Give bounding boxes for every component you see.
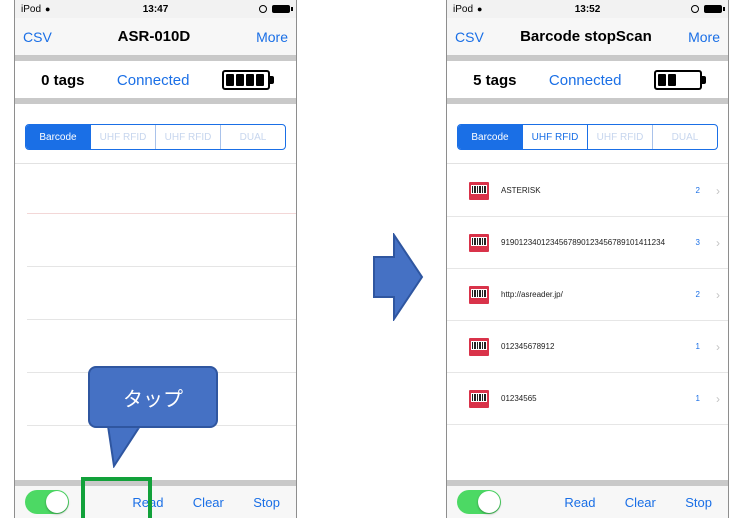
tag-list-item[interactable]: 9190123401234567890123456789101411234 3 › — [447, 217, 728, 269]
page-title: Barcode stopScan — [520, 28, 652, 45]
battery-cell — [255, 74, 264, 86]
mode-segmented-control: Barcode UHF RFID UHF RFID DUAL — [25, 124, 286, 150]
divider — [447, 56, 728, 61]
read-count: 1 — [695, 394, 700, 403]
phone-screen-before: iPod ● 13:47 CSV ASR-010D More 0 tags Co… — [14, 0, 297, 518]
tag-value: http://asreader.jp/ — [501, 290, 563, 299]
read-count: 1 — [695, 342, 700, 351]
callout-tail — [106, 426, 142, 468]
chevron-right-icon: › — [716, 391, 720, 406]
battery-cell — [667, 74, 676, 86]
rotation-lock-icon — [258, 5, 267, 13]
bottom-toolbar: Read Clear Stop — [15, 480, 296, 518]
battery-cell — [688, 74, 696, 86]
tab-barcode[interactable]: Barcode — [458, 125, 523, 149]
tag-list-item[interactable]: 01234565 1 › — [447, 373, 728, 425]
wifi-icon: ● — [477, 4, 483, 14]
device-battery-icon — [271, 5, 293, 13]
clear-button[interactable]: Clear — [193, 495, 224, 510]
tag-list: ASTERISK 2 › 919012340123456789012345678910… — [447, 165, 728, 480]
tag-value: 012345678912 — [501, 342, 555, 351]
tag-list-item[interactable]: 012345678912 1 › — [447, 321, 728, 373]
battery-cell — [678, 74, 686, 86]
chevron-right-icon: › — [716, 235, 720, 250]
tag-value: ASTERISK — [501, 186, 541, 195]
tab-dual: DUAL — [239, 131, 267, 143]
divider — [15, 56, 296, 61]
tab-uhf-rfid: UHF RFID — [91, 125, 156, 149]
connection-status: Connected — [116, 71, 190, 89]
tag-list-item[interactable]: http://asreader.jp/2 › — [447, 269, 728, 321]
chevron-right-icon: › — [716, 183, 720, 198]
barcode-icon — [469, 233, 489, 252]
rotation-lock-icon — [690, 5, 699, 13]
device-battery-icon — [703, 5, 725, 13]
battery-cell — [245, 74, 254, 86]
bottom-toolbar: Read Clear Stop — [447, 480, 728, 518]
phone-screen-after: iPod ● 13:52 CSV Barcode stopScan More 5… — [446, 0, 729, 518]
battery-cell — [235, 74, 244, 86]
list-separator — [27, 266, 296, 267]
chevron-right-icon: › — [716, 287, 720, 302]
list-separator — [27, 213, 296, 214]
reader-battery-icon — [221, 70, 274, 90]
reader-info-bar: 5 tags Connected — [447, 62, 728, 104]
stop-button[interactable]: Stop — [253, 495, 280, 510]
tab-uhf-rfid: UHF RFID — [156, 125, 221, 149]
stop-button[interactable]: Stop — [685, 495, 712, 510]
carrier-label: iPod — [21, 3, 42, 15]
battery-cell — [657, 74, 666, 86]
battery-cell — [225, 74, 234, 86]
wifi-icon: ● — [45, 4, 51, 14]
tab-barcode[interactable]: Barcode — [26, 125, 91, 149]
read-button[interactable]: Read — [564, 495, 595, 510]
tab-uhf-rfid: UHF RFID — [588, 125, 653, 149]
csv-button[interactable]: CSV — [23, 29, 52, 45]
tap-callout: タップ — [88, 366, 218, 428]
tag-count: 5 tags — [473, 71, 517, 89]
tab-dual: DUAL — [671, 131, 699, 143]
status-bar: iPod ● 13:52 — [447, 0, 728, 18]
tag-count: 0 tags — [41, 71, 85, 89]
right-arrow-icon — [373, 233, 424, 321]
barcode-icon — [469, 337, 489, 356]
csv-button[interactable]: CSV — [455, 29, 484, 45]
tag-list-item[interactable]: ASTERISK 2 › — [447, 165, 728, 217]
navigation-bar: CSV ASR-010D More — [15, 18, 296, 61]
mode-segmented-control: Barcode UHF RFID UHF RFID DUAL — [457, 124, 718, 150]
barcode-icon — [469, 181, 489, 200]
mode-selector: Barcode UHF RFID UHF RFID DUAL — [447, 112, 728, 164]
reader-battery-icon — [653, 70, 706, 90]
clear-button[interactable]: Clear — [625, 495, 656, 510]
tab-uhf-rfid[interactable]: UHF RFID — [523, 125, 588, 149]
carrier-label: iPod — [453, 3, 474, 15]
status-bar: iPod ● 13:47 — [15, 0, 296, 18]
barcode-icon — [469, 389, 489, 408]
read-button-highlight — [81, 477, 152, 518]
page-title: ASR-010D — [117, 28, 191, 45]
scan-toggle-switch[interactable] — [25, 490, 69, 514]
barcode-icon — [469, 285, 489, 304]
tag-value: 01234565 — [501, 394, 537, 403]
mode-selector: Barcode UHF RFID UHF RFID DUAL — [15, 112, 296, 164]
list-separator — [27, 319, 296, 320]
status-time: 13:52 — [574, 3, 601, 15]
navigation-bar: CSV Barcode stopScan More — [447, 18, 728, 61]
tag-list-empty — [15, 165, 296, 480]
connection-status: Connected — [548, 71, 622, 89]
status-time: 13:47 — [142, 3, 169, 15]
more-button[interactable]: More — [688, 29, 720, 45]
reader-info-bar: 0 tags Connected — [15, 62, 296, 104]
more-button[interactable]: More — [256, 29, 288, 45]
scan-toggle-switch[interactable] — [457, 490, 501, 514]
read-count: 3 — [695, 238, 700, 247]
callout-text: タップ — [123, 388, 183, 411]
chevron-right-icon: › — [716, 339, 720, 354]
read-count: 2 — [695, 186, 700, 195]
read-count: 2 — [695, 290, 700, 299]
tag-value: 9190123401234567890123456789101411234 — [501, 238, 666, 247]
